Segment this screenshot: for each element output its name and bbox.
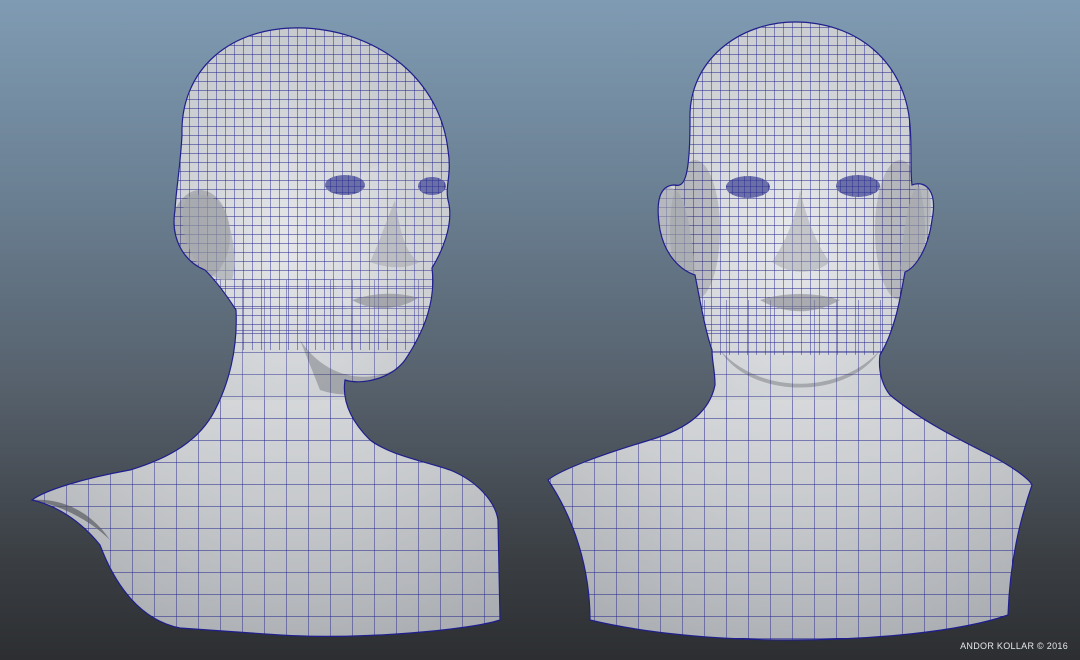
head-front-view: [547, 21, 1033, 641]
copyright-credit: ANDOR KOLLAR © 2016: [960, 641, 1068, 651]
render-viewport: [0, 0, 1080, 660]
head-three-quarter-view: [31, 27, 501, 637]
